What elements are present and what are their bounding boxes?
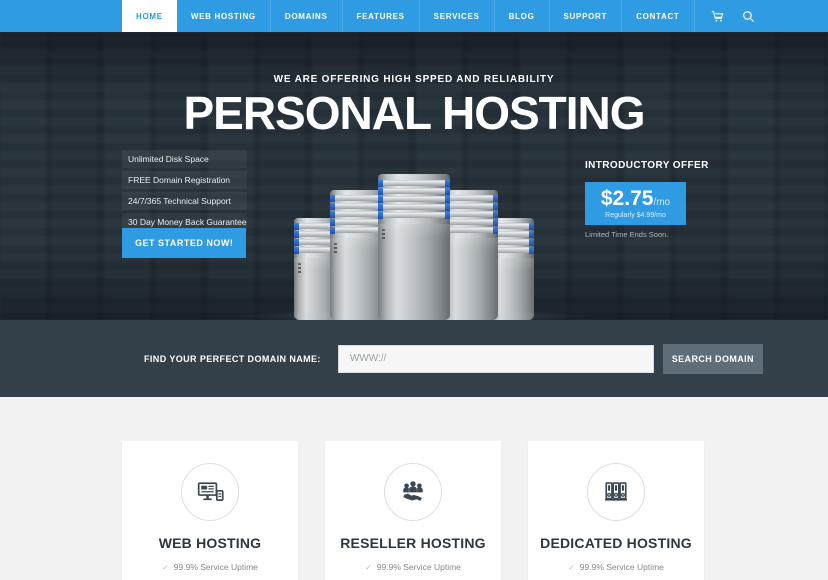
search-icon[interactable] xyxy=(742,10,755,23)
service-card-reseller-hosting[interactable]: RESELLER HOSTING ✓ 99.9% Service Uptime … xyxy=(325,441,501,580)
check-icon: ✓ xyxy=(162,562,169,572)
service-card-title: RESELLER HOSTING xyxy=(340,535,486,551)
check-icon: ✓ xyxy=(568,562,575,572)
offer-price-period: /mo xyxy=(653,197,671,208)
nav-item-domains[interactable]: DOMAINS xyxy=(271,0,343,32)
offer-note: Limited Time Ends Soon. xyxy=(585,230,669,239)
nav-item-services[interactable]: SERVICES xyxy=(420,0,495,32)
hero-title: PERSONAL HOSTING xyxy=(183,87,645,139)
desktop-monitor-icon xyxy=(181,463,239,521)
offer-price: $2.75/mo xyxy=(601,188,670,209)
service-feature-label: 99.9% Service Uptime xyxy=(579,562,664,572)
service-card-title: WEB HOSTING xyxy=(158,535,262,551)
hero-tagline: WE ARE OFFERING HIGH SPPED AND RELIABILI… xyxy=(273,74,555,85)
offer-price-amount: $2.75 xyxy=(600,187,654,210)
nav-item-contact[interactable]: CONTACT xyxy=(622,0,695,32)
nav-item-features[interactable]: FEATURES xyxy=(343,0,420,32)
service-card-dedicated-hosting[interactable]: DEDICATED HOSTING ✓ 99.9% Service Uptime… xyxy=(528,441,704,580)
search-domain-button[interactable]: SEARCH DOMAIN xyxy=(662,343,763,374)
domain-search-label: FIND YOUR PERFECT DOMAIN NAME: xyxy=(144,353,321,364)
hosting-landing-page: HOME WEB HOSTING DOMAINS FEATURES SERVIC… xyxy=(0,0,828,580)
nav-item-blog[interactable]: BLOG xyxy=(495,0,550,32)
service-feature: ✓ 99.9% Service Uptime xyxy=(528,562,704,572)
service-card-title: DEDICATED HOSTING xyxy=(540,535,692,551)
nav-icon-group xyxy=(695,0,755,32)
service-feature: ✓ 99.9% Service Uptime xyxy=(325,562,501,572)
introductory-offer-label: INTRODUCTORY OFFER xyxy=(585,160,709,171)
domain-search-input[interactable] xyxy=(337,344,654,373)
shopping-cart-icon[interactable] xyxy=(711,10,724,23)
main-navigation: HOME WEB HOSTING DOMAINS FEATURES SERVIC… xyxy=(0,0,828,32)
offer-regular-price: Regularly $4.99/mo xyxy=(605,212,666,219)
service-card-web-hosting[interactable]: WEB HOSTING ✓ 99.9% Service Uptime ✓ FRE… xyxy=(122,441,298,580)
people-handshake-icon xyxy=(384,463,442,521)
hero-section: WE ARE OFFERING HIGH SPPED AND RELIABILI… xyxy=(0,32,828,320)
nav-item-home[interactable]: HOME xyxy=(122,0,177,32)
nav-item-support[interactable]: SUPPORT xyxy=(550,0,623,32)
offer-price-box: $2.75/mo Regularly $4.99/mo xyxy=(585,182,686,225)
service-feature: ✓ 99.9% Service Uptime xyxy=(122,562,298,572)
service-feature-label: 99.9% Service Uptime xyxy=(173,562,258,572)
service-feature-label: 99.9% Service Uptime xyxy=(376,562,461,572)
server-racks-icon xyxy=(587,463,645,521)
check-icon: ✓ xyxy=(365,562,372,572)
nav-item-web-hosting[interactable]: WEB HOSTING xyxy=(177,0,271,32)
domain-search-band: FIND YOUR PERFECT DOMAIN NAME: SEARCH DO… xyxy=(0,320,828,397)
services-section: WEB HOSTING ✓ 99.9% Service Uptime ✓ FRE… xyxy=(0,397,828,580)
server-towers-illustration xyxy=(226,138,602,320)
nav-left-spacer xyxy=(0,0,122,32)
server-tower xyxy=(378,174,450,320)
